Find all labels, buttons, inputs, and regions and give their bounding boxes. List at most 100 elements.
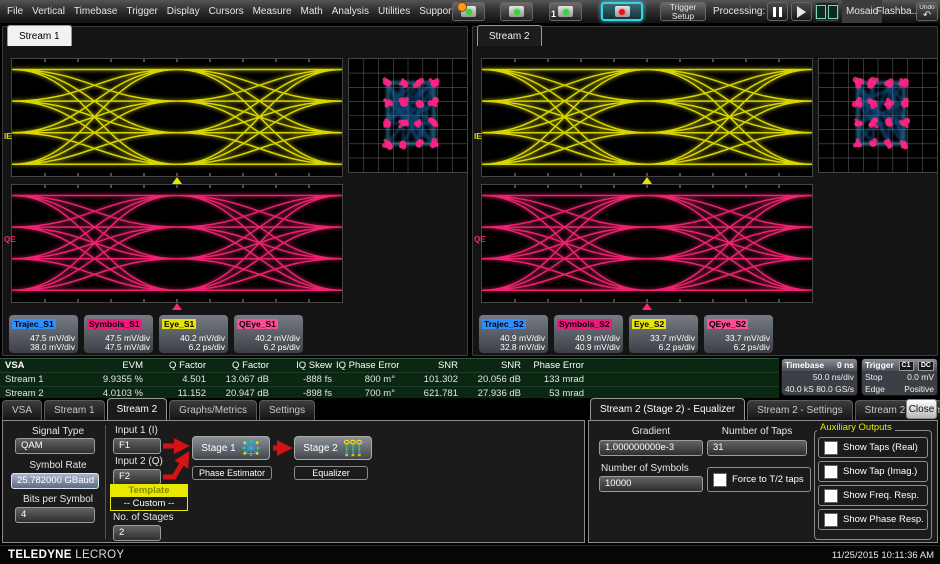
streams-row: Stream 1 IE QE Trajec_S147.5 mV/div38.0 …	[0, 26, 940, 357]
timebase-box[interactable]: Timebase 0 ns 50.0 ns/div 40.0 kS 80.0 G…	[781, 358, 858, 396]
tab-vsa[interactable]: VSA	[2, 400, 42, 420]
symbol-rate-field[interactable]: 25.782000 GBaud	[11, 473, 99, 489]
checkbox-show-freq-resp-[interactable]: Show Freq. Resp.	[818, 485, 928, 506]
number-of-symbols-field[interactable]: 10000	[599, 476, 703, 492]
vsa-row-label: Stream 1	[0, 373, 84, 386]
stream-tab[interactable]: Stream 1	[7, 25, 72, 46]
pause-button[interactable]	[767, 2, 788, 21]
checkbox-show-taps-real-[interactable]: Show Taps (Real)	[818, 437, 928, 458]
stages-field[interactable]: 2	[113, 525, 161, 541]
trigger-setup-label: Trigger Setup	[670, 3, 697, 21]
stage1-button[interactable]: Stage 1	[192, 436, 270, 460]
green-dot-icon	[514, 9, 520, 15]
trigger-setup-button[interactable]: Trigger Setup	[660, 2, 706, 21]
trace-descriptor[interactable]: Symbols_S147.5 mV/div47.5 mV/div	[83, 314, 154, 354]
menu-item-measure[interactable]: Measure	[253, 6, 292, 17]
menu-item-analysis[interactable]: Analysis	[332, 6, 369, 17]
trace-name: QEye_S1	[237, 319, 278, 329]
q-eye-diagram[interactable]	[11, 184, 343, 303]
trace-descriptor[interactable]: QEye_S233.7 mV/div6.2 ps/div12.887 k#	[703, 314, 774, 354]
gradient-field[interactable]: 1.000000000e-3	[599, 440, 703, 456]
tab-stream-2-stage-2-equalizer[interactable]: Stream 2 (Stage 2) - Equalizer	[590, 398, 745, 420]
constellation-diagram[interactable]	[818, 58, 938, 173]
trigger-marker-icon[interactable]	[172, 303, 182, 310]
menu-item-cursors[interactable]: Cursors	[209, 6, 244, 17]
template-value[interactable]: -- Custom --	[111, 497, 187, 510]
stream-tab[interactable]: Stream 2	[477, 25, 542, 46]
single-badge: 1	[551, 9, 556, 19]
i-eye-diagram[interactable]	[481, 58, 813, 177]
template-box[interactable]: Template -- Custom --	[110, 484, 188, 511]
close-button[interactable]: Close	[906, 399, 937, 419]
play-button[interactable]	[791, 2, 812, 21]
checkbox-label: Show Phase Resp.	[843, 514, 924, 525]
checkbox-show-phase-resp-[interactable]: Show Phase Resp.	[818, 509, 928, 530]
stream2-settings-panel: Signal Type QAM Symbol Rate 25.782000 GB…	[2, 420, 585, 543]
menu-item-file[interactable]: File	[7, 6, 23, 17]
trace-descriptor[interactable]: Symbols_S240.9 mV/div40.9 mV/div	[553, 314, 624, 354]
trigger-marker-icon[interactable]	[642, 177, 652, 184]
stop-trigger-button[interactable]	[601, 2, 643, 21]
auto-trigger-button[interactable]	[452, 2, 485, 21]
trace-descriptor[interactable]: Eye_S233.7 mV/div6.2 ps/div12.887 k#	[628, 314, 699, 354]
menu-item-utilities[interactable]: Utilities	[378, 6, 410, 17]
bits-per-symbol-field[interactable]: 4	[15, 507, 95, 523]
trace-descriptor[interactable]: QEye_S140.2 mV/div6.2 ps/div12.887 k#	[233, 314, 304, 354]
force-t2-taps-checkbox[interactable]: Force to T/2 taps	[707, 467, 811, 492]
tab-graphs-metrics[interactable]: Graphs/Metrics	[169, 400, 257, 420]
trigger-box[interactable]: Trigger C1 DC Stop 0.0 mV Edge Positive	[861, 358, 938, 396]
tab-stream-2-settings[interactable]: Stream 2 - Settings	[747, 400, 853, 420]
menu-item-display[interactable]: Display	[167, 6, 200, 17]
menu-item-vertical[interactable]: Vertical	[32, 6, 65, 17]
tab-settings[interactable]: Settings	[259, 400, 315, 420]
stream-tab-label: Stream 2	[489, 31, 530, 42]
constellation-diagram[interactable]	[348, 58, 468, 173]
vsa-value: -888 fs	[273, 373, 336, 386]
vsa-measurement-table: VSAEVMQ FactorQ FactorIQ SkewIQ Phase Er…	[0, 358, 779, 398]
trace-descriptor[interactable]: Trajec_S240.9 mV/div32.8 mV/div	[478, 314, 549, 354]
clock-icon	[457, 2, 467, 12]
input2-field[interactable]: F2	[113, 469, 161, 485]
single-trigger-button[interactable]: 1	[549, 2, 582, 21]
undo-button[interactable]: Undo ↶	[916, 2, 938, 21]
phase-estimator-button[interactable]: Phase Estimator	[192, 466, 272, 480]
clock-readout: 11/25/2015 10:11:36 AM	[832, 546, 934, 564]
normal-trigger-button[interactable]	[500, 2, 533, 21]
trace-descriptor[interactable]: Trajec_S147.5 mV/div38.0 mV/div	[8, 314, 79, 354]
trigger-mode: Stop	[865, 371, 883, 383]
status-bar: TELEDYNE LECROY 11/25/2015 10:11:36 AM	[0, 545, 940, 564]
timebase-scale: 50.0 ns/div	[813, 371, 854, 383]
q-eye-diagram[interactable]	[481, 184, 813, 303]
input1-field[interactable]: F1	[113, 438, 161, 454]
menu-item-math[interactable]: Math	[301, 6, 323, 17]
scope-screen-icon	[509, 6, 524, 17]
equalizer-button[interactable]: Equalizer	[294, 466, 368, 480]
divider	[105, 425, 106, 539]
trigger-marker-icon[interactable]	[172, 177, 182, 184]
trace-descriptor[interactable]: Eye_S140.2 mV/div6.2 ps/div12.887 k#	[158, 314, 229, 354]
vsa-value: 133 mrad	[525, 373, 588, 386]
mosaic-grid-icon	[816, 5, 838, 19]
green-dot-icon	[563, 9, 569, 15]
stage2-button[interactable]: Stage 2	[294, 436, 372, 460]
tab-stream-2[interactable]: Stream 2	[107, 398, 168, 420]
number-of-taps-field[interactable]: 31	[707, 440, 807, 456]
vsa-column-header: IQ Phase Error	[336, 359, 399, 372]
trace-value: 40.9 mV/div	[557, 343, 620, 352]
menu-item-support[interactable]: Support	[419, 6, 454, 17]
tab-stream-1[interactable]: Stream 1	[44, 400, 105, 420]
i-eye-diagram[interactable]	[11, 58, 343, 177]
mosaic-button[interactable]	[815, 2, 839, 21]
checkbox-show-tap-imag-[interactable]: Show Tap (Imag.)	[818, 461, 928, 482]
vsa-table-row: Stream 19.9355 %4.50113.067 dB-888 fs800…	[0, 372, 779, 386]
trigger-marker-icon[interactable]	[642, 303, 652, 310]
signal-type-field[interactable]: QAM	[15, 438, 95, 454]
vsa-value: 700 m°	[336, 387, 399, 400]
timebase-offset: 0 ns	[837, 360, 854, 370]
menu-item-timebase[interactable]: Timebase	[74, 6, 118, 17]
menu-item-trigger[interactable]: Trigger	[126, 6, 157, 17]
flashback-button[interactable]: Flashba...	[876, 0, 920, 23]
stage1-label: Stage 1	[201, 443, 235, 454]
trace-descriptors: Trajec_S147.5 mV/div38.0 mV/divSymbols_S…	[8, 314, 304, 354]
checkbox-icon	[824, 489, 838, 503]
